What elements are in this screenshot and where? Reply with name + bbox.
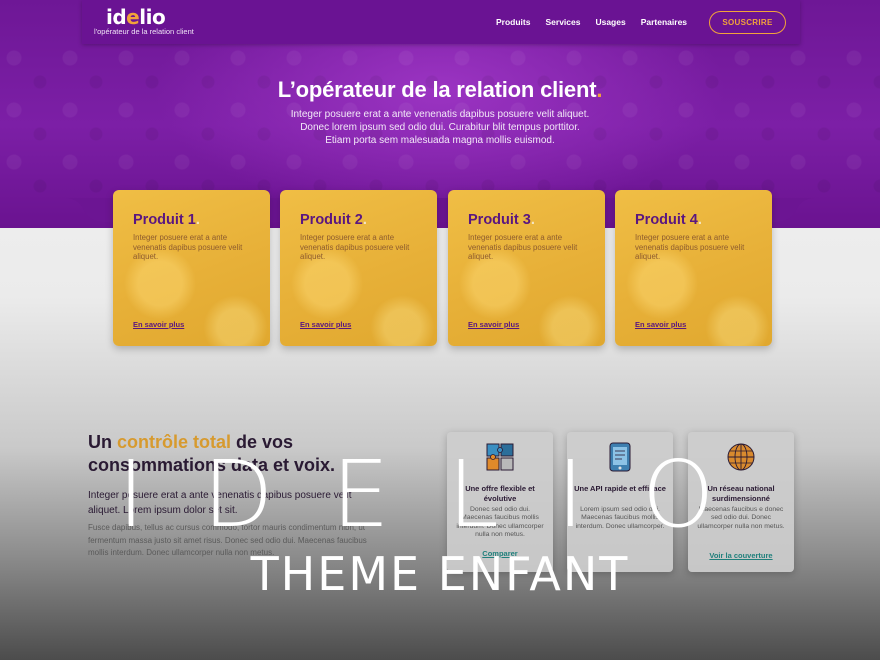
product-card-link[interactable]: En savoir plus <box>300 320 351 329</box>
logo-tagline: l'opérateur de la relation client <box>94 27 194 36</box>
hero-title: L’opérateur de la relation client. <box>277 77 603 102</box>
product-card-title: Produit 3. <box>468 212 535 228</box>
main-nav: Produits Services Usages Partenaires <box>496 17 702 27</box>
logo[interactable]: idelio <box>106 6 166 28</box>
product-card-title: Produit 2. <box>300 212 367 228</box>
hero-description-line: Donec lorem ipsum sed odio dui. Curabitu… <box>300 122 580 133</box>
subscribe-button[interactable]: SOUSCRIRE <box>709 11 786 34</box>
nav-item-services[interactable]: Services <box>545 17 580 27</box>
theme-overlay-subtitle: THEME ENFANT <box>250 547 630 601</box>
product-card-link[interactable]: En savoir plus <box>468 320 519 329</box>
product-card-link[interactable]: En savoir plus <box>635 320 686 329</box>
nav-item-partenaires[interactable]: Partenaires <box>641 17 687 27</box>
site-header: idelio l'opérateur de la relation client… <box>82 0 800 44</box>
product-card-2[interactable]: Produit 2. Integer posuere erat a ante v… <box>280 190 437 346</box>
product-card-3[interactable]: Produit 3. Integer posuere erat a ante v… <box>448 190 605 346</box>
product-card-text: Integer posuere erat a ante venenatis da… <box>635 233 745 262</box>
product-card-text: Integer posuere erat a ante venenatis da… <box>133 233 243 262</box>
nav-item-usages[interactable]: Usages <box>595 17 625 27</box>
product-card-text: Integer posuere erat a ante venenatis da… <box>468 233 578 262</box>
product-card-text: Integer posuere erat a ante venenatis da… <box>300 233 410 262</box>
hero-description-line: Integer posuere erat a ante venenatis da… <box>290 109 590 120</box>
product-card-title: Produit 1. <box>133 212 200 228</box>
product-card-link[interactable]: En savoir plus <box>133 320 184 329</box>
product-card-4[interactable]: Produit 4. Integer posuere erat a ante v… <box>615 190 772 346</box>
hero-description-line: Etiam porta sem malesuada magna mollis e… <box>325 135 555 146</box>
nav-item-produits[interactable]: Produits <box>496 17 530 27</box>
product-card-title: Produit 4. <box>635 212 702 228</box>
product-card-1[interactable]: Produit 1. Integer posuere erat a ante v… <box>113 190 270 346</box>
theme-overlay-title: IDELIO <box>117 441 773 548</box>
